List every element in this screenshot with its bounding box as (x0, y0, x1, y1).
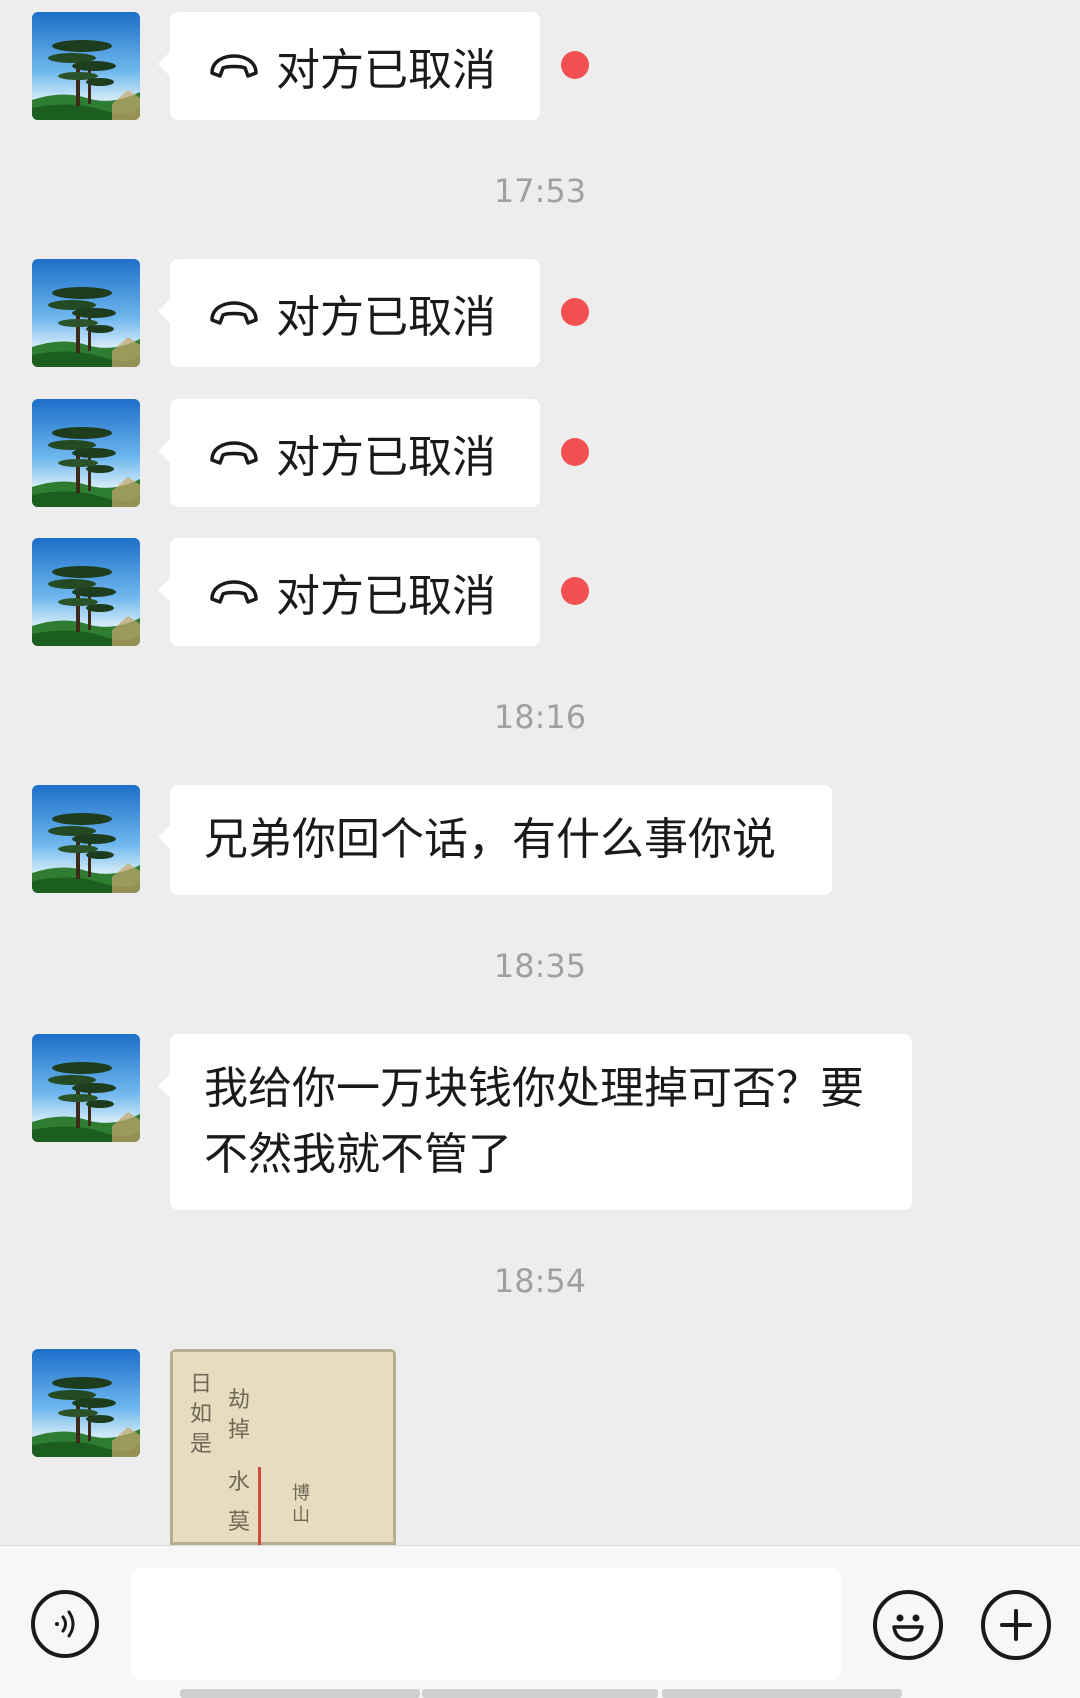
plus-icon (1000, 1609, 1032, 1641)
unread-dot (561, 577, 589, 605)
call-status-text: 对方已取消 (276, 45, 496, 96)
timestamp: 17:53 (493, 172, 587, 210)
message-text: 兄弟你回个话，有什么事你说 (204, 814, 776, 865)
phone-hangup-icon (208, 577, 260, 607)
text-message-bubble[interactable]: 兄弟你回个话，有什么事你说 (158, 785, 832, 895)
chat-area[interactable]: 对方已取消 17:53 对方已取消 对方已取消 对方已取消 18:16 兄弟你回… (0, 0, 1080, 1545)
emoji-button[interactable] (873, 1590, 943, 1660)
call-cancelled-bubble[interactable]: 对方已取消 (158, 12, 540, 120)
timestamp: 18:54 (493, 1262, 587, 1300)
contact-avatar[interactable] (32, 538, 140, 646)
pine-tree-landscape-icon (32, 259, 140, 367)
pine-tree-landscape-icon (32, 12, 140, 120)
contact-avatar[interactable] (32, 1349, 140, 1457)
phone-hangup-icon (208, 438, 260, 468)
text-message-bubble[interactable]: 我给你一万块钱你处理掉可否？要 不然我就不管了 (158, 1034, 912, 1210)
image-char: 掉 (228, 1418, 250, 1443)
image-char: 日 (190, 1372, 212, 1397)
more-button[interactable] (981, 1590, 1051, 1660)
contact-avatar[interactable] (32, 1034, 140, 1142)
voice-wave-icon (55, 1610, 75, 1638)
call-cancelled-bubble[interactable]: 对方已取消 (158, 399, 540, 507)
timestamp: 18:16 (493, 698, 587, 736)
image-char: 是 (190, 1432, 212, 1457)
image-message[interactable]: 日 如 是 劫 掉 水 莫 博 山 (170, 1349, 396, 1545)
unread-dot (561, 438, 589, 466)
smiley-icon (892, 1614, 924, 1642)
image-char: 劫 (228, 1388, 250, 1413)
unread-dot (561, 51, 589, 79)
input-bar (0, 1545, 1080, 1698)
call-status-text: 对方已取消 (276, 432, 496, 483)
contact-avatar[interactable] (32, 785, 140, 893)
message-input[interactable] (131, 1568, 842, 1680)
image-char: 山 (292, 1505, 310, 1526)
contact-avatar[interactable] (32, 259, 140, 367)
phone-hangup-icon (208, 298, 260, 328)
image-char: 莫 (228, 1510, 250, 1535)
image-char: 如 (190, 1402, 212, 1427)
contact-avatar[interactable] (32, 12, 140, 120)
contact-avatar[interactable] (32, 399, 140, 507)
timestamp: 18:35 (493, 947, 587, 985)
pine-tree-landscape-icon (32, 1034, 140, 1142)
book-page-photo: 日 如 是 劫 掉 水 莫 博 山 (170, 1349, 396, 1545)
image-char: 水 (228, 1470, 250, 1495)
pine-tree-landscape-icon (32, 399, 140, 507)
message-text-line: 不然我就不管了 (204, 1129, 512, 1180)
call-status-text: 对方已取消 (276, 571, 496, 622)
call-cancelled-bubble[interactable]: 对方已取消 (158, 538, 540, 646)
phone-hangup-icon (208, 51, 260, 81)
pine-tree-landscape-icon (32, 1349, 140, 1457)
pine-tree-landscape-icon (32, 538, 140, 646)
image-char: 博 (292, 1483, 310, 1504)
pine-tree-landscape-icon (32, 785, 140, 893)
unread-dot (561, 298, 589, 326)
message-text-line: 我给你一万块钱你处理掉可否？要 (204, 1063, 864, 1114)
call-status-text: 对方已取消 (276, 292, 496, 343)
call-cancelled-bubble[interactable]: 对方已取消 (158, 259, 540, 367)
voice-button[interactable] (31, 1590, 99, 1658)
